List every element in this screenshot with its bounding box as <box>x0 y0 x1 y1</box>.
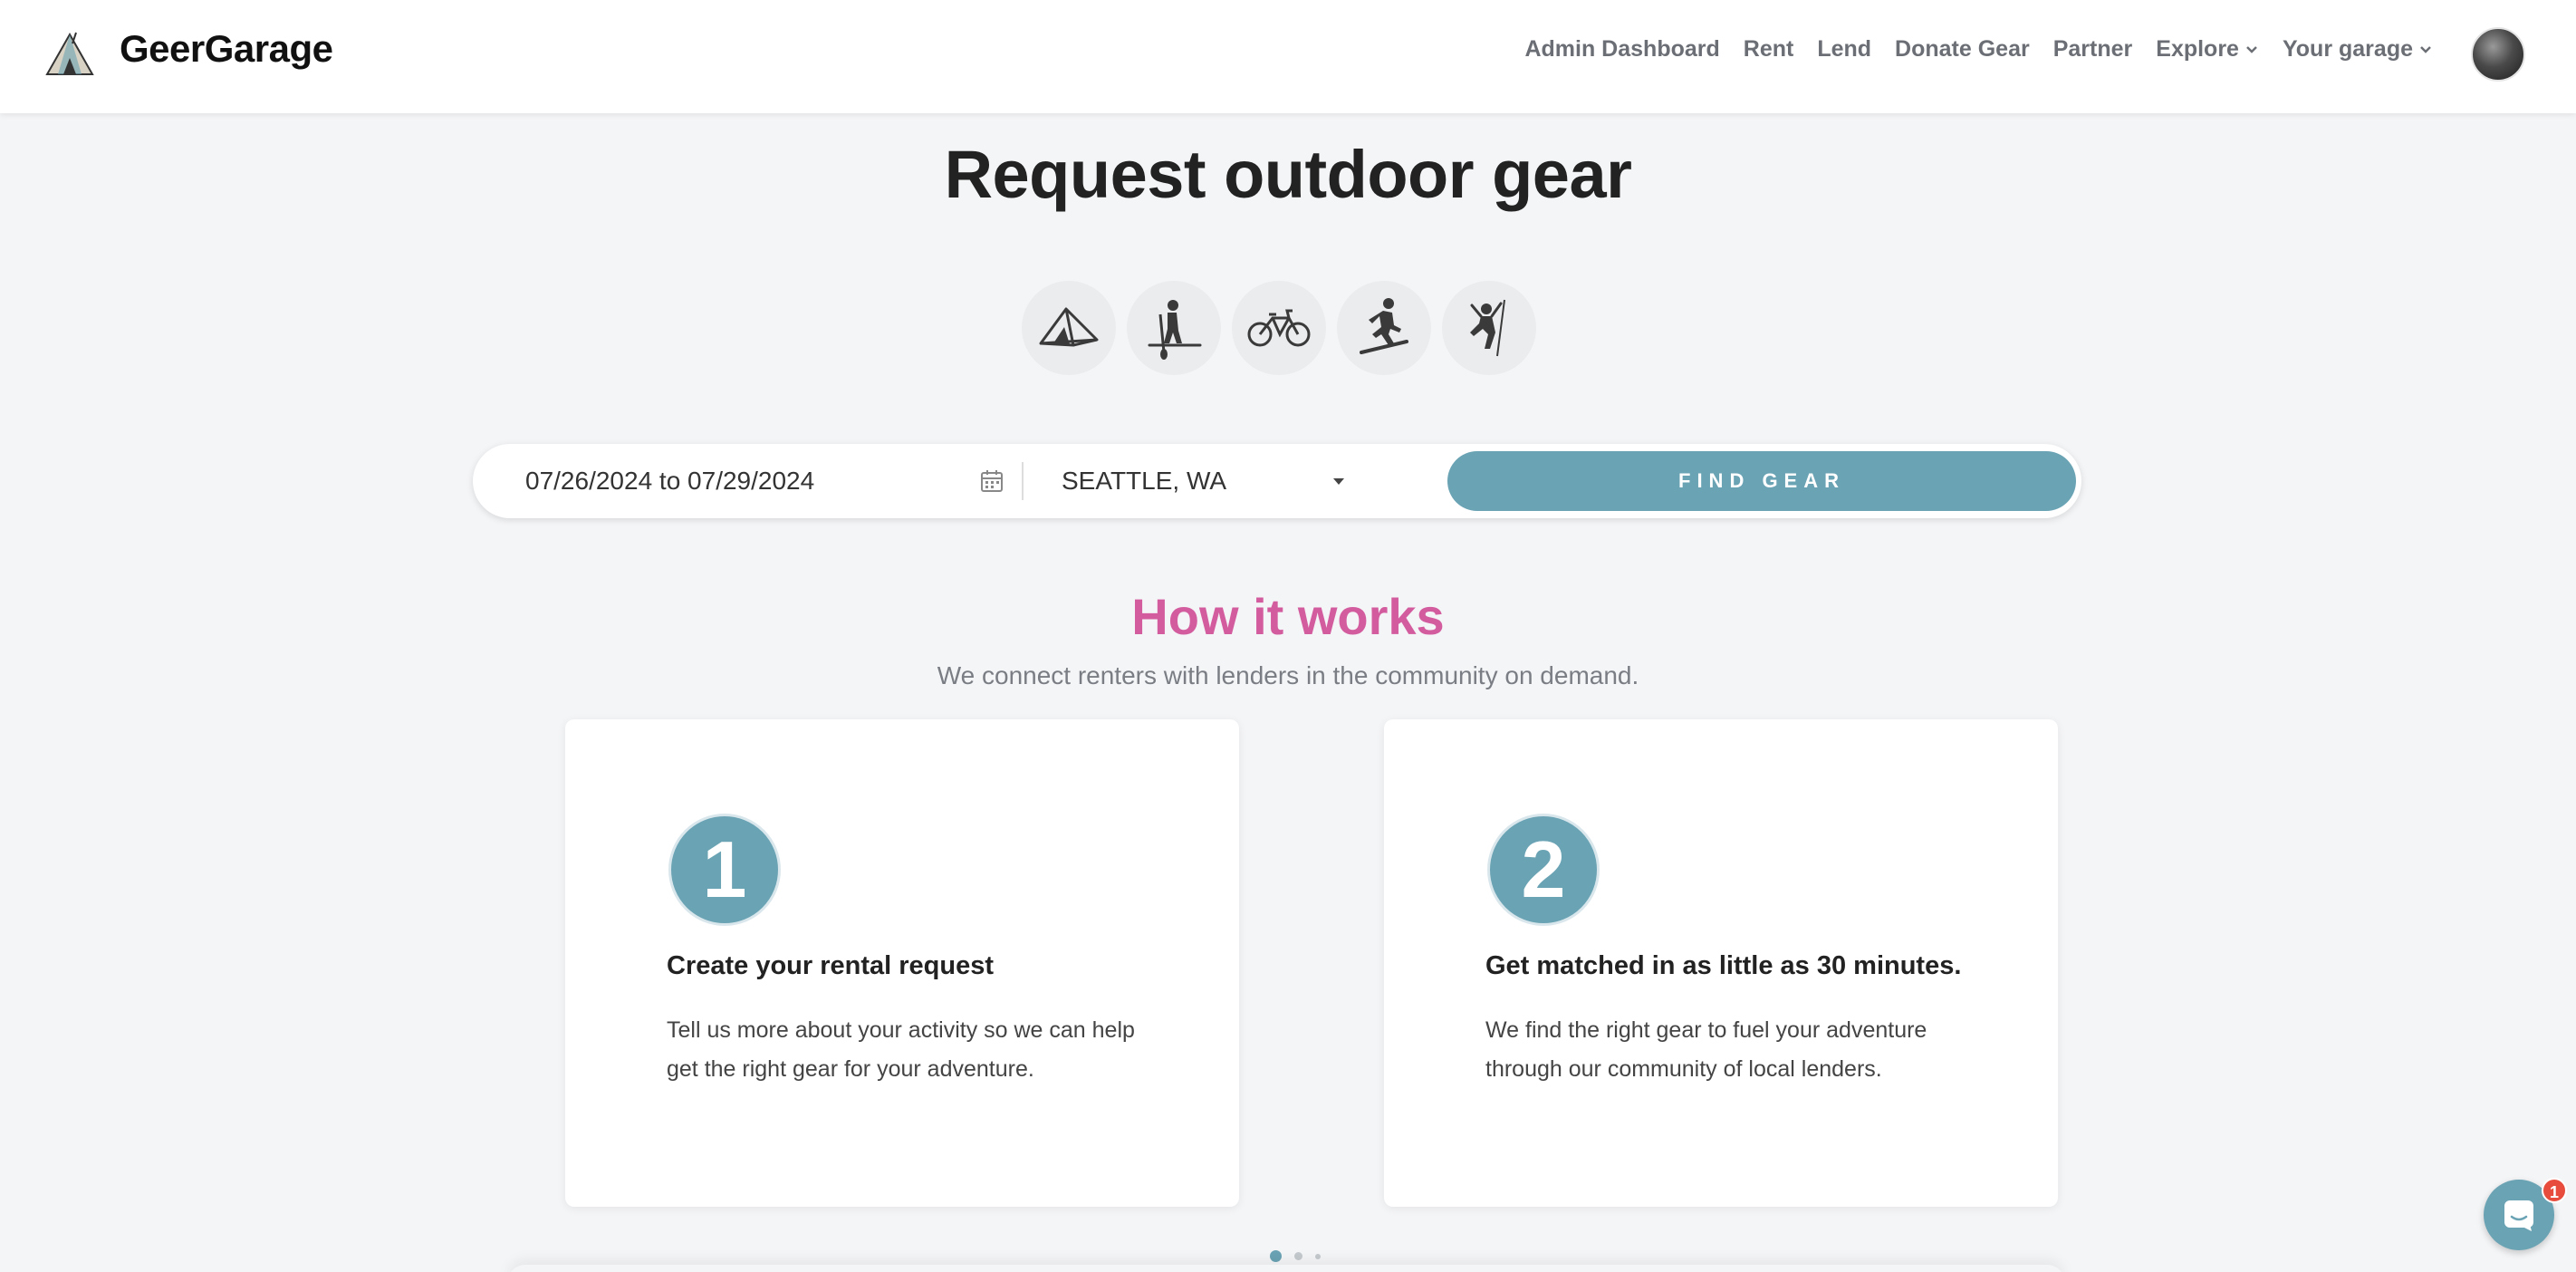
step-title: Create your rental request <box>667 951 995 980</box>
climbing-icon <box>1470 299 1505 357</box>
activity-biking[interactable] <box>1232 281 1326 375</box>
snowboard-icon <box>1360 298 1408 354</box>
caret-down-icon[interactable] <box>1331 474 1346 488</box>
nav-label: Explore <box>2156 36 2239 62</box>
step-number-badge: 1 <box>668 814 781 926</box>
step-description: Tell us more about your activity so we c… <box>667 1017 1135 1082</box>
chat-icon <box>2504 1200 2533 1231</box>
chat-notification-badge: 1 <box>2542 1178 2567 1203</box>
carousel-pagination <box>1270 1250 1321 1262</box>
step-card: 2 Get matched in as little as 30 minutes… <box>1384 719 2058 1207</box>
step-number-badge: 2 <box>1487 814 1600 926</box>
next-section-edge <box>507 1265 2065 1272</box>
calendar-icon[interactable] <box>980 468 1004 494</box>
nav-partner[interactable]: Partner <box>2053 36 2133 63</box>
activity-paddleboard[interactable] <box>1127 281 1221 375</box>
paddleboard-icon <box>1148 300 1202 360</box>
nav-label: Lend <box>1817 36 1872 62</box>
nav-admin-dashboard[interactable]: Admin Dashboard <box>1524 36 1719 63</box>
carousel-dot[interactable] <box>1315 1253 1321 1259</box>
page-title: Request outdoor gear <box>944 137 1632 212</box>
chevron-down-icon <box>2420 45 2431 53</box>
nav-label: Your garage <box>2282 36 2413 62</box>
step-title: Get matched in as little as 30 minutes. <box>1485 951 1962 980</box>
carousel-dot[interactable] <box>1270 1250 1282 1262</box>
how-it-works-subtitle: We connect renters with lenders in the c… <box>937 661 1639 689</box>
how-it-works-heading: How it works <box>1131 588 1445 645</box>
brand-name[interactable]: GeerGarage <box>120 27 333 71</box>
nav-label: Donate Gear <box>1895 36 2030 62</box>
find-gear-button[interactable]: FIND GEAR <box>1447 451 2076 511</box>
nav-donate-gear[interactable]: Donate Gear <box>1895 36 2030 63</box>
nav-label: Partner <box>2052 36 2133 62</box>
date-range-input[interactable]: 07/26/2024 to 07/29/2024 <box>525 444 960 518</box>
activity-snowboarding[interactable] <box>1337 281 1431 375</box>
nav-your-garage-dropdown[interactable]: Your garage <box>2283 36 2433 63</box>
mountain-tent-logo-icon[interactable] <box>45 31 94 78</box>
nav-explore-dropdown[interactable]: Explore <box>2156 36 2259 63</box>
step-description: We find the right gear to fuel your adve… <box>1485 1017 1927 1082</box>
bicycle-icon <box>1247 309 1311 347</box>
nav-rent[interactable]: Rent <box>1744 36 1794 63</box>
gear-search-bar: 07/26/2024 to 07/29/2024 SEATTLE, WA FIN… <box>473 444 2081 518</box>
main-nav: Admin Dashboard Rent Lend Donate Gear Pa… <box>1524 36 2433 63</box>
step-card: 1 Create your rental request Tell us mor… <box>565 719 1239 1207</box>
activity-camping[interactable] <box>1022 281 1116 375</box>
nav-label: Admin Dashboard <box>1524 36 1720 62</box>
location-select[interactable]: SEATTLE, WA <box>1062 444 1406 518</box>
activity-selector <box>1022 281 1536 375</box>
carousel-dot[interactable] <box>1294 1252 1302 1260</box>
activity-climbing[interactable] <box>1442 281 1536 375</box>
nav-lend[interactable]: Lend <box>1817 36 1871 63</box>
chevron-down-icon <box>2246 45 2257 53</box>
tent-icon <box>1039 307 1099 347</box>
top-navbar: GeerGarage Admin Dashboard Rent Lend Don… <box>0 0 2576 113</box>
user-avatar[interactable] <box>2471 27 2525 82</box>
search-divider <box>1022 462 1024 500</box>
nav-label: Rent <box>1743 36 1794 62</box>
